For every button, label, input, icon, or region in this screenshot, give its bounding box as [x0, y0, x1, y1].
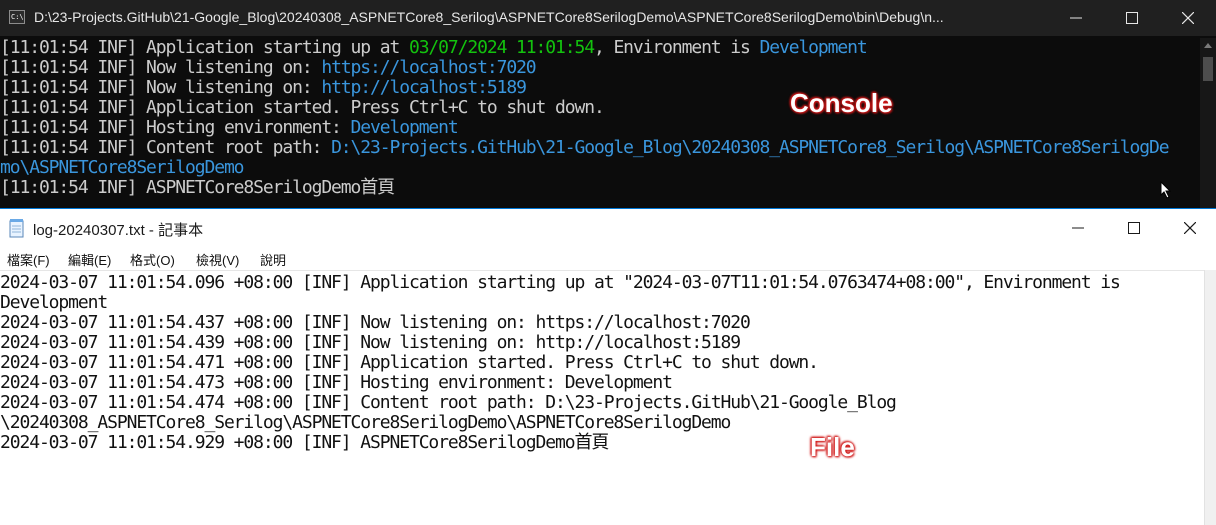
notepad-menubar: 檔案(F) 編輯(E) 格式(O) 檢視(V) 說明 [0, 247, 1216, 269]
console-line: [11:01:54 INF] Application starting up a… [0, 37, 868, 58]
console-line: [11:01:54 INF] Now listening on: https:/… [0, 57, 537, 78]
menu-edit[interactable]: 編輯(E) [68, 250, 111, 269]
log-line: 2024-03-07 11:01:54.471 +08:00 [INF] App… [0, 352, 819, 373]
log-line: \20240308_ASPNETCore8_Serilog\ASPNETCore… [0, 412, 731, 433]
scroll-up-arrow-icon[interactable] [1202, 40, 1214, 50]
console-titlebar[interactable]: C:\ D:\23-Projects.GitHub\21-Google_Blog… [0, 0, 1216, 36]
notepad-window: log-20240307.txt - 記事本 檔案(F) 編輯(E) 格式(O)… [0, 208, 1216, 525]
log-line: 2024-03-07 11:01:54.439 +08:00 [INF] Now… [0, 332, 741, 353]
log-line: Development [0, 292, 108, 313]
file-annotation-label: File [810, 432, 855, 462]
console-line: [11:01:54 INF] Now listening on: http://… [0, 77, 527, 98]
notepad-maximize-button[interactable] [1106, 209, 1162, 245]
console-app-icon: C:\ [9, 10, 25, 24]
console-line: mo\ASPNETCore8SerilogDemo [0, 157, 245, 178]
maximize-icon [1128, 222, 1140, 234]
log-line: 2024-03-07 11:01:54.473 +08:00 [INF] Hos… [0, 372, 673, 393]
console-maximize-button[interactable] [1104, 0, 1160, 36]
notepad-titlebar[interactable]: log-20240307.txt - 記事本 [0, 209, 1216, 247]
menu-format[interactable]: 格式(O) [130, 250, 175, 269]
console-line: [11:01:54 INF] Application started. Pres… [0, 97, 605, 118]
console-line: [11:01:54 INF] Hosting environment: Deve… [0, 117, 459, 138]
console-window-title: D:\23-Projects.GitHub\21-Google_Blog\202… [34, 9, 944, 25]
notepad-close-button[interactable] [1162, 209, 1216, 245]
menu-help[interactable]: 說明 [260, 250, 286, 269]
console-annotation-label: Console [790, 88, 893, 118]
notepad-text-area[interactable]: 2024-03-07 11:01:54.096 +08:00 [INF] App… [0, 270, 1204, 525]
console-close-button[interactable] [1160, 0, 1216, 36]
log-line: 2024-03-07 11:01:54.929 +08:00 [INF] ASP… [0, 432, 609, 453]
console-output[interactable]: [11:01:54 INF] Application starting up a… [0, 38, 1200, 208]
console-window: C:\ D:\23-Projects.GitHub\21-Google_Blog… [0, 0, 1216, 208]
console-line: [11:01:54 INF] ASPNETCore8SerilogDemo首頁 [0, 177, 395, 198]
minimize-icon [1072, 227, 1084, 229]
log-line: 2024-03-07 11:01:54.437 +08:00 [INF] Now… [0, 312, 751, 333]
notepad-minimize-button[interactable] [1050, 209, 1106, 245]
notepad-window-title: log-20240307.txt - 記事本 [33, 222, 204, 239]
log-line: 2024-03-07 11:01:54.096 +08:00 [INF] App… [0, 272, 1121, 293]
notepad-scrollbar[interactable] [1204, 270, 1216, 525]
close-icon [1182, 12, 1194, 24]
close-icon [1184, 222, 1196, 234]
console-line: [11:01:54 INF] Content root path: D:\23-… [0, 137, 1170, 158]
mouse-cursor-icon [1160, 181, 1172, 199]
minimize-icon [1070, 17, 1082, 19]
maximize-icon [1126, 12, 1138, 24]
console-scrollbar-thumb[interactable] [1203, 57, 1213, 81]
menu-view[interactable]: 檢視(V) [196, 250, 239, 269]
console-minimize-button[interactable] [1048, 0, 1104, 36]
menu-file[interactable]: 檔案(F) [7, 250, 50, 269]
log-line: 2024-03-07 11:01:54.474 +08:00 [INF] Con… [0, 392, 897, 413]
notepad-app-icon [9, 219, 24, 238]
